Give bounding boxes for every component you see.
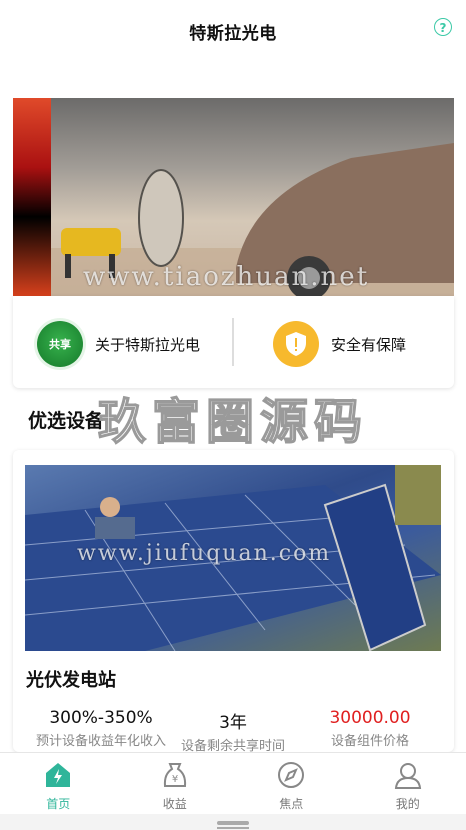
page-title: 特斯拉光电 — [189, 23, 277, 44]
stat-value: 300%-350% — [49, 708, 153, 728]
overlay-watermark: 玖富圈源码 — [97, 393, 369, 451]
home-lightning-icon — [46, 763, 71, 787]
tab-label: 首页 — [46, 797, 71, 811]
share-logo-icon: 共享 — [37, 321, 83, 367]
stat-annual-yield: 300%-350% 预计设备收益年化收入 — [26, 708, 176, 749]
shield-icon — [273, 321, 319, 367]
product-name: 光伏发电站 — [26, 670, 116, 691]
product-card[interactable]: www.jiufuquan.com 光伏发电站 300%-350% 预计设备收益… — [13, 450, 454, 752]
home-indicator[interactable] — [217, 821, 249, 829]
info-card: 共享 关于特斯拉光电 安全有保障 — [13, 296, 454, 388]
stat-price: 30000.00 设备组件价格 — [295, 708, 445, 749]
about-company-link[interactable]: 共享 关于特斯拉光电 — [37, 320, 200, 368]
tab-home[interactable]: 首页 — [0, 753, 117, 815]
product-image: www.jiufuquan.com — [25, 465, 441, 651]
product-image-watermark: www.jiufuquan.com — [77, 541, 332, 566]
safety-guarantee-link[interactable]: 安全有保障 — [273, 320, 406, 368]
question-circle-icon[interactable]: ? — [434, 18, 452, 36]
tab-label: 我的 — [395, 797, 420, 811]
stat-value: 3年 — [219, 713, 247, 733]
banner-carousel[interactable]: www.tiaozhuan.net — [13, 98, 454, 296]
user-icon — [394, 763, 421, 789]
stat-label: 设备剩余共享时间 — [180, 739, 285, 752]
compass-icon — [278, 762, 305, 788]
app-header: 特斯拉光电 ? — [0, 0, 466, 62]
stat-label: 预计设备收益年化收入 — [35, 734, 166, 749]
safety-label: 安全有保障 — [331, 335, 407, 354]
svg-text:¥: ¥ — [172, 774, 178, 785]
stat-value: 30000.00 — [329, 708, 411, 728]
tab-label: 焦点 — [279, 797, 304, 811]
tab-label: 收益 — [162, 797, 187, 811]
tab-earnings[interactable]: ¥ 收益 — [117, 753, 234, 815]
divider — [232, 318, 234, 366]
stat-remaining-time: 3年 设备剩余共享时间 — [158, 708, 308, 752]
banner-prev-slide — [13, 98, 51, 296]
section-title: 优选设备 — [28, 410, 105, 432]
banner-watermark: www.tiaozhuan.net — [83, 262, 370, 292]
yen-bag-icon: ¥ — [163, 763, 186, 787]
tab-focus[interactable]: 焦点 — [233, 753, 350, 815]
tab-mine[interactable]: 我的 — [350, 753, 466, 815]
about-label: 关于特斯拉光电 — [95, 335, 201, 354]
bottom-tab-bar: 首页 ¥ 收益 焦点 我的 — [0, 752, 466, 815]
stat-label: 设备组件价格 — [330, 734, 409, 749]
